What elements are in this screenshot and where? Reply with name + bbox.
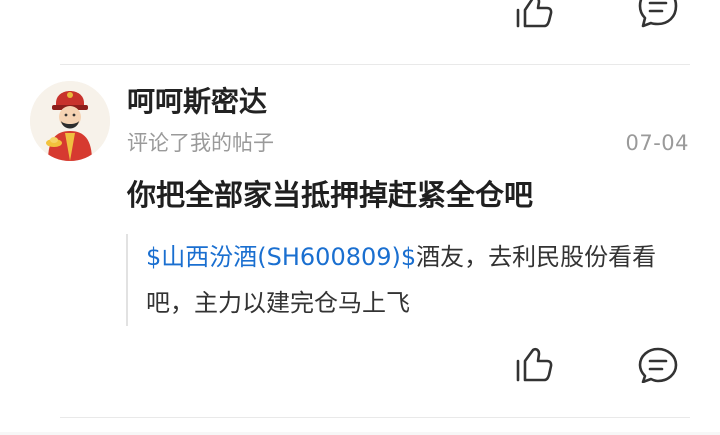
comment-button-top[interactable] — [638, 0, 678, 30]
divider-top — [60, 64, 690, 65]
fortune-god-avatar-icon — [30, 81, 110, 161]
action-text: 评论了我的帖子 — [127, 131, 274, 155]
avatar[interactable] — [30, 81, 110, 161]
quoted-post[interactable]: $山西汾酒(SH600809)$酒友，去利民股份看看吧，主力以建完仓马上飞 — [126, 234, 696, 326]
comment-icon — [638, 347, 678, 383]
comment-button[interactable] — [638, 347, 678, 383]
thumbs-up-icon — [516, 0, 553, 28]
notification-feed: 呵呵斯密达 评论了我的帖子 07-04 你把全部家当抵押掉赶紧全仓吧 $山西汾酒… — [0, 0, 720, 435]
comment-icon — [638, 0, 678, 28]
like-button[interactable] — [514, 347, 554, 383]
comment-text[interactable]: 你把全部家当抵押掉赶紧全仓吧 — [127, 175, 533, 215]
post-date: 07-04 — [625, 131, 689, 155]
username[interactable]: 呵呵斯密达 — [127, 84, 267, 120]
divider-bottom — [60, 417, 690, 418]
thumbs-up-icon — [516, 347, 553, 382]
like-button-top[interactable] — [514, 0, 554, 30]
stock-tag-link[interactable]: $山西汾酒(SH600809)$ — [146, 243, 416, 271]
